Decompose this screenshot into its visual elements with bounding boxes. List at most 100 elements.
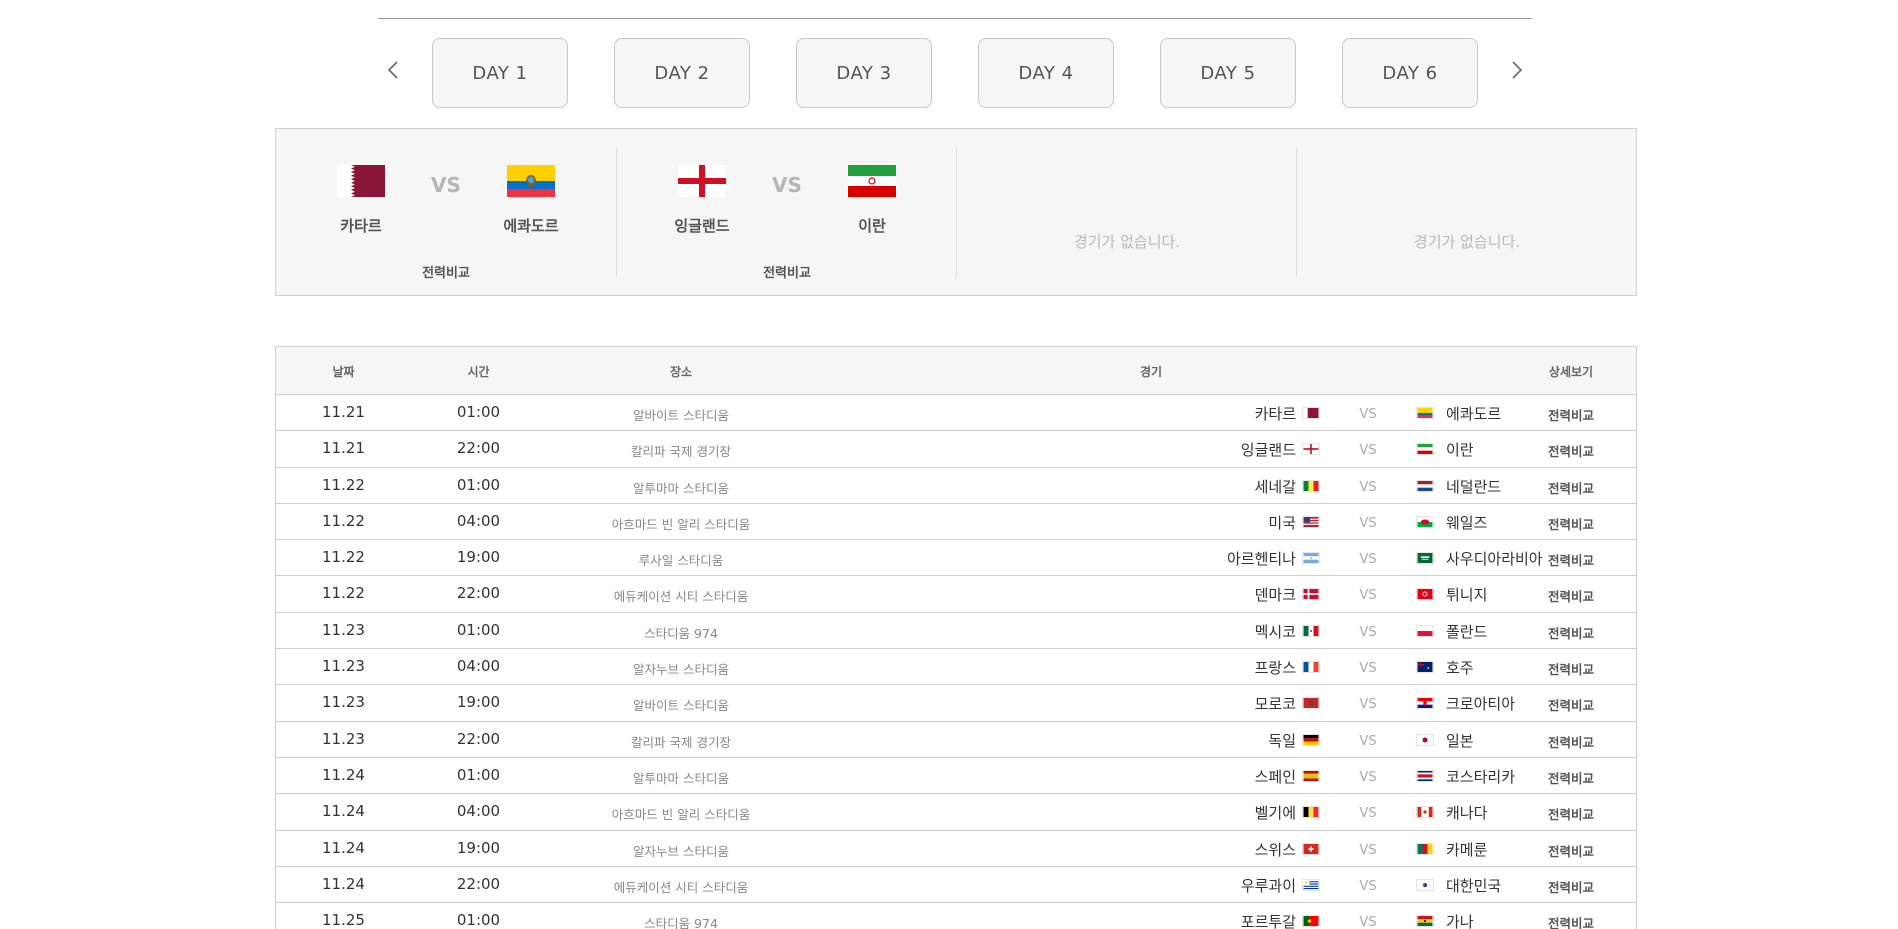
featured-empty-slot-2: 경기가 없습니다.	[1296, 149, 1636, 277]
compare-link[interactable]: 전력비교	[1506, 623, 1636, 642]
compare-link[interactable]: 전력비교	[276, 262, 616, 281]
match-time: 19:00	[456, 693, 501, 712]
match-date: 11.24	[322, 874, 365, 893]
ghana-flag-icon	[1416, 915, 1434, 928]
featured-away-team: 에콰도르	[481, 165, 581, 236]
match-venue: 에듀케이션 시티 스타디움	[613, 589, 749, 605]
team-name: 에콰도르	[503, 217, 559, 235]
iran-flag-icon	[1416, 443, 1434, 456]
chevron-right-icon	[1512, 61, 1523, 79]
portugal-flag-icon	[1302, 915, 1320, 928]
table-row: 11.25 01:00 스타디움 974 포르투갈 VS 가나 전력비교	[276, 903, 1636, 929]
vs-label: VS	[431, 173, 461, 197]
featured-match-2[interactable]: 잉글랜드 VS 이란 전력비교	[616, 149, 956, 281]
compare-link[interactable]: 전력비교	[1506, 405, 1636, 424]
table-row: 11.23 01:00 스타디움 974 멕시코 VS 폴란드 전력비교	[276, 613, 1636, 650]
vs-label: VS	[1359, 806, 1377, 822]
compare-link[interactable]: 전력비교	[617, 262, 957, 281]
senegal-flag-icon	[1302, 479, 1320, 492]
compare-link[interactable]: 전력비교	[1506, 586, 1636, 605]
match-date: 11.22	[322, 548, 365, 567]
match-time: 04:00	[456, 657, 501, 676]
match-venue: 알자누브 스타디움	[633, 843, 729, 859]
tab-day-5[interactable]: DAY 5	[1160, 38, 1296, 108]
compare-link[interactable]: 전력비교	[1506, 913, 1636, 929]
compare-link[interactable]: 전력비교	[1506, 514, 1636, 533]
next-day-button[interactable]	[1502, 50, 1532, 90]
korea-flag-icon	[1416, 878, 1434, 891]
vs-label: VS	[1359, 407, 1377, 422]
tab-day-2[interactable]: DAY 2	[614, 38, 750, 108]
no-match-text: 경기가 없습니다.	[1073, 233, 1181, 251]
tab-day-6[interactable]: DAY 6	[1342, 38, 1478, 108]
vs-label: VS	[1359, 443, 1377, 459]
table-row: 11.23 19:00 알바이트 스타디움 모로코 VS 크로아티아 전력비교	[276, 685, 1636, 722]
header-date: 날짜	[332, 365, 355, 379]
japan-flag-icon	[1416, 733, 1434, 746]
home-flag-wrap	[1302, 443, 1320, 456]
match-date: 11.24	[322, 802, 365, 821]
match-time: 01:00	[456, 911, 501, 929]
england-flag-icon	[1302, 443, 1320, 456]
ecuador-flag-icon	[507, 165, 555, 197]
compare-link[interactable]: 전력비교	[1506, 659, 1636, 678]
compare-link[interactable]: 전력비교	[1506, 768, 1636, 787]
match-venue: 알바이트 스타디움	[633, 698, 729, 714]
prev-day-button[interactable]	[378, 50, 408, 90]
match-date: 11.24	[322, 838, 365, 857]
morocco-flag-icon	[1302, 697, 1320, 710]
france-flag-icon	[1302, 661, 1320, 674]
match-date: 11.21	[322, 403, 365, 421]
mexico-flag-icon	[1302, 624, 1320, 637]
home-team-name: 세네갈	[1254, 477, 1296, 496]
home-team-name: 우루과이	[1240, 876, 1296, 895]
featured-home-team: 잉글랜드	[652, 165, 752, 236]
chevron-left-icon	[387, 61, 398, 79]
compare-link[interactable]: 전력비교	[1506, 441, 1636, 460]
match-time: 22:00	[456, 729, 501, 748]
home-team-name: 스위스	[1254, 840, 1296, 859]
match-date: 11.22	[322, 584, 365, 603]
home-team-name: 카타르	[1254, 405, 1296, 423]
match-date: 11.23	[322, 729, 365, 748]
poland-flag-icon	[1416, 624, 1434, 637]
header-detail: 상세보기	[1548, 365, 1594, 379]
home-team-name: 스페인	[1254, 767, 1296, 786]
home-team-name: 아르헨티나	[1226, 550, 1296, 569]
table-row: 11.24 22:00 에듀케이션 시티 스타디움 우루과이 VS 대한민국 전력비교	[276, 867, 1636, 904]
vs-label: VS	[1359, 515, 1377, 531]
canada-flag-icon	[1416, 806, 1434, 819]
away-flag-wrap	[1416, 443, 1434, 456]
away-flag-wrap	[1416, 697, 1434, 710]
match-time: 22:00	[456, 584, 501, 603]
match-time: 04:00	[456, 511, 501, 530]
compare-link[interactable]: 전력비교	[1506, 841, 1636, 860]
team-name: 이란	[858, 217, 886, 235]
compare-link[interactable]: 전력비교	[1506, 550, 1636, 569]
team-name: 잉글랜드	[674, 217, 730, 235]
match-venue: 알자누브 스타디움	[633, 662, 729, 678]
home-team-name: 포르투갈	[1240, 913, 1296, 929]
match-venue: 칼리파 국제 경기장	[631, 444, 731, 460]
home-flag-wrap	[1302, 806, 1320, 819]
table-row: 11.22 01:00 알투마마 스타디움 세네갈 VS 네덜란드 전력비교	[276, 468, 1636, 504]
home-team-name: 벨기에	[1254, 804, 1296, 823]
home-flag-wrap	[1302, 588, 1320, 601]
compare-link[interactable]: 전력비교	[1506, 732, 1636, 751]
compare-link[interactable]: 전력비교	[1506, 877, 1636, 896]
compare-link[interactable]: 전력비교	[1506, 478, 1636, 497]
match-schedule-table: 날짜 시간 장소 경기 상세보기 11.21 01:00 알바이트 스타디움 카타르 V…	[275, 346, 1637, 929]
home-flag-wrap	[1302, 733, 1320, 746]
compare-link[interactable]: 전력비교	[1506, 804, 1636, 823]
featured-match-1[interactable]: 카타르 VS 에콰도르 전력비교	[276, 149, 616, 281]
tab-day-3[interactable]: DAY 3	[796, 38, 932, 108]
match-time: 19:00	[456, 838, 501, 857]
tab-day-4[interactable]: DAY 4	[978, 38, 1114, 108]
tab-day-1[interactable]: DAY 1	[432, 38, 568, 108]
away-flag-wrap	[1416, 624, 1434, 637]
compare-link[interactable]: 전력비교	[1506, 695, 1636, 714]
match-time: 22:00	[456, 874, 501, 893]
no-match-text: 경기가 없습니다.	[1413, 233, 1521, 251]
table-row: 11.24 04:00 아흐마드 빈 알리 스타디움 벨기에 VS 캐나다 전력비교	[276, 794, 1636, 831]
match-venue: 스타디움 974	[644, 625, 718, 641]
